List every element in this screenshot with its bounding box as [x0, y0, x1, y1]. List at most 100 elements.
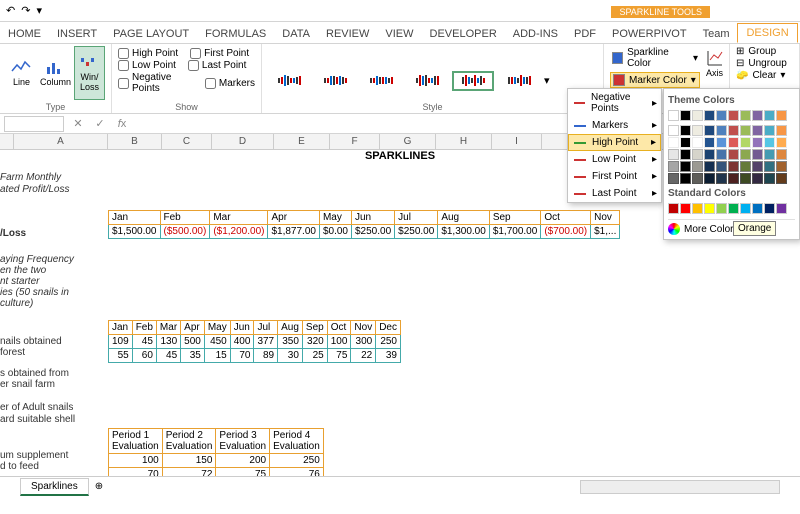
color-swatch[interactable]: [692, 110, 703, 121]
color-swatch[interactable]: [692, 173, 703, 184]
color-swatch[interactable]: [728, 125, 739, 136]
table-snails[interactable]: JanFebMarAprMayJunJulAugSepOctNovDec1094…: [108, 320, 401, 363]
color-swatch[interactable]: [668, 203, 679, 214]
tab-data[interactable]: DATA: [274, 25, 318, 43]
color-swatch[interactable]: [728, 203, 739, 214]
color-swatch[interactable]: [668, 161, 679, 172]
color-swatch[interactable]: [716, 161, 727, 172]
color-swatch[interactable]: [692, 203, 703, 214]
color-swatch[interactable]: [692, 161, 703, 172]
color-swatch[interactable]: [764, 137, 775, 148]
marker-menu-first-point[interactable]: First Point▸: [568, 168, 661, 185]
color-swatch[interactable]: [668, 125, 679, 136]
color-swatch[interactable]: [704, 149, 715, 160]
color-swatch[interactable]: [680, 125, 691, 136]
column-header-E[interactable]: E: [274, 134, 330, 149]
color-swatch[interactable]: [728, 149, 739, 160]
color-swatch[interactable]: [716, 203, 727, 214]
color-swatch[interactable]: [728, 161, 739, 172]
color-swatch[interactable]: [764, 203, 775, 214]
sparkline-type-line[interactable]: Line: [6, 46, 37, 100]
color-swatch[interactable]: [740, 110, 751, 121]
checkbox-first-point[interactable]: First Point: [190, 48, 249, 59]
color-swatch[interactable]: [764, 149, 775, 160]
new-sheet-icon[interactable]: ⊕: [95, 481, 103, 492]
theme-colors-grid[interactable]: [668, 108, 795, 123]
color-swatch[interactable]: [728, 173, 739, 184]
color-swatch[interactable]: [692, 137, 703, 148]
color-swatch[interactable]: [764, 173, 775, 184]
color-swatch[interactable]: [752, 137, 763, 148]
redo-icon[interactable]: ↷: [21, 4, 30, 17]
color-swatch[interactable]: [752, 110, 763, 121]
checkbox-high-point[interactable]: High Point: [118, 48, 178, 59]
tab-add-ins[interactable]: ADD-INS: [505, 25, 566, 43]
color-swatch[interactable]: [668, 110, 679, 121]
color-swatch[interactable]: [680, 161, 691, 172]
tab-design[interactable]: DESIGN: [737, 23, 797, 43]
style-swatch-1[interactable]: [314, 71, 356, 91]
color-swatch[interactable]: [728, 137, 739, 148]
tab-page-layout[interactable]: PAGE LAYOUT: [105, 25, 197, 43]
fx-icon[interactable]: fx: [114, 118, 130, 130]
color-swatch[interactable]: [704, 203, 715, 214]
color-swatch[interactable]: [764, 161, 775, 172]
color-swatch[interactable]: [776, 173, 787, 184]
name-box[interactable]: [4, 116, 64, 132]
theme-shades-grid[interactable]: [668, 123, 795, 186]
sheet-tab-sparklines[interactable]: Sparklines: [20, 478, 89, 496]
column-header-C[interactable]: C: [162, 134, 212, 149]
marker-menu-markers[interactable]: Markers▸: [568, 117, 661, 134]
color-swatch[interactable]: [704, 173, 715, 184]
color-swatch[interactable]: [740, 161, 751, 172]
color-swatch[interactable]: [764, 125, 775, 136]
marker-color-button[interactable]: Marker Color▾: [610, 72, 700, 88]
tab-view[interactable]: VIEW: [377, 25, 421, 43]
color-swatch[interactable]: [776, 161, 787, 172]
style-swatch-0[interactable]: [268, 71, 310, 91]
color-swatch[interactable]: [740, 149, 751, 160]
color-swatch[interactable]: [716, 137, 727, 148]
color-swatch[interactable]: [704, 161, 715, 172]
color-swatch[interactable]: [716, 149, 727, 160]
color-swatch[interactable]: [776, 125, 787, 136]
color-swatch[interactable]: [776, 203, 787, 214]
marker-menu-low-point[interactable]: Low Point▸: [568, 151, 661, 168]
color-swatch[interactable]: [692, 125, 703, 136]
column-header-F[interactable]: F: [330, 134, 380, 149]
axis-icon[interactable]: [705, 48, 725, 68]
color-swatch[interactable]: [728, 110, 739, 121]
horizontal-scrollbar[interactable]: [580, 480, 780, 494]
color-swatch[interactable]: [704, 125, 715, 136]
color-swatch[interactable]: [668, 149, 679, 160]
color-swatch[interactable]: [740, 137, 751, 148]
column-header-B[interactable]: B: [108, 134, 162, 149]
qat-dropdown-icon[interactable]: ▾: [36, 4, 42, 17]
column-header-A[interactable]: A: [14, 134, 108, 149]
checkbox-low-point[interactable]: Low Point: [118, 60, 176, 71]
color-swatch[interactable]: [776, 149, 787, 160]
style-gallery-more-icon[interactable]: ▾: [544, 74, 550, 87]
tab-insert[interactable]: INSERT: [49, 25, 105, 43]
undo-icon[interactable]: ↶: [6, 4, 15, 17]
color-swatch[interactable]: [680, 110, 691, 121]
ungroup-button[interactable]: ⊟Ungroup: [736, 58, 793, 69]
style-swatch-5[interactable]: [498, 71, 540, 91]
tab-developer[interactable]: DEVELOPER: [422, 25, 505, 43]
axis-label[interactable]: Axis: [706, 68, 723, 78]
color-swatch[interactable]: [776, 110, 787, 121]
sparkline-type-winloss[interactable]: Win/ Loss: [74, 46, 105, 100]
color-swatch[interactable]: [668, 137, 679, 148]
color-swatch[interactable]: [716, 125, 727, 136]
color-swatch[interactable]: [680, 173, 691, 184]
column-header-H[interactable]: H: [436, 134, 492, 149]
tab-home[interactable]: HOME: [0, 25, 49, 43]
color-swatch[interactable]: [704, 137, 715, 148]
tab-pdf[interactable]: PDF: [566, 25, 604, 43]
clear-button[interactable]: 🧽Clear▾: [736, 70, 793, 81]
color-swatch[interactable]: [716, 110, 727, 121]
color-swatch[interactable]: [680, 149, 691, 160]
color-swatch[interactable]: [740, 125, 751, 136]
color-swatch[interactable]: [692, 149, 703, 160]
tab-review[interactable]: REVIEW: [318, 25, 377, 43]
